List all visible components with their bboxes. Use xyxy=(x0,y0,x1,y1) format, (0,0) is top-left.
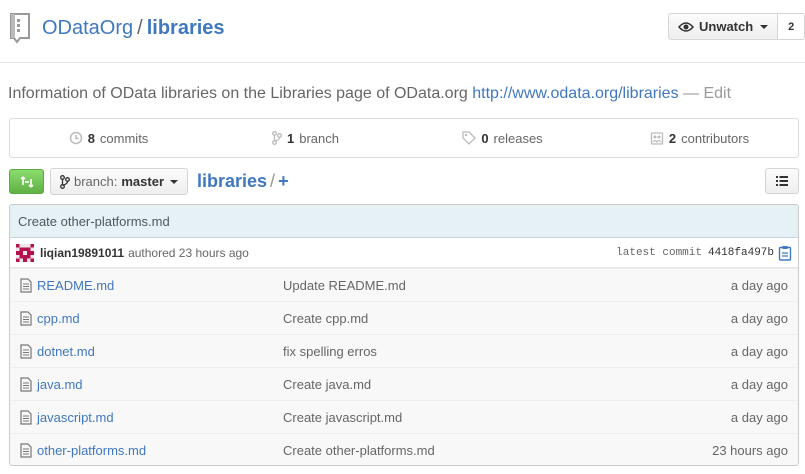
commit-message-text: Create other-platforms.md xyxy=(18,213,170,229)
repo-title-separator: / xyxy=(137,17,143,39)
file-text-icon xyxy=(20,443,32,458)
list-icon xyxy=(776,176,788,186)
file-row[interactable]: cpp.md Create cpp.md a day ago xyxy=(10,301,798,334)
stat-commits-label: commits xyxy=(99,130,149,146)
branch-select-button[interactable]: branch: master xyxy=(50,168,189,195)
organization-icon xyxy=(650,132,664,145)
last-commit-message[interactable]: Create other-platforms.md xyxy=(10,205,798,238)
new-file-button[interactable]: + xyxy=(278,171,289,191)
repo-title: ODataOrg / libraries xyxy=(42,15,225,41)
repo-icon xyxy=(10,13,30,44)
file-commit-message-link[interactable]: Create cpp.md xyxy=(283,311,368,326)
file-name-link[interactable]: cpp.md xyxy=(37,311,80,326)
stat-commits-count: 8 xyxy=(87,130,95,146)
file-commit-message-link[interactable]: fix spelling erros xyxy=(283,344,377,359)
file-row[interactable]: javascript.md Create javascript.md a day… xyxy=(10,400,798,433)
description-text: Information of OData libraries on the Li… xyxy=(8,85,468,102)
file-name-link[interactable]: javascript.md xyxy=(37,410,114,425)
description-dash: — xyxy=(683,85,700,102)
chevron-down-icon xyxy=(760,24,769,29)
file-text-icon xyxy=(20,278,32,293)
tag-icon xyxy=(462,131,477,145)
clipboard-icon[interactable] xyxy=(778,245,792,261)
breadcrumb-repo-link[interactable]: libraries xyxy=(197,171,267,191)
stat-releases-count: 0 xyxy=(481,130,489,146)
stat-contributors[interactable]: 2 contributors xyxy=(601,119,798,157)
file-age: 23 hours ago xyxy=(712,442,788,458)
commit-sha-link[interactable]: 4418fa497b xyxy=(708,247,774,259)
numbers-summary: 8 commits 1 branch 0 releases 2 contribu… xyxy=(9,118,799,158)
stat-commits[interactable]: 8 commits xyxy=(10,119,207,157)
branch-prefix: branch: xyxy=(74,174,118,189)
header-divider xyxy=(0,62,805,63)
file-age: a day ago xyxy=(730,409,788,425)
file-row[interactable]: dotnet.md fix spelling erros a day ago xyxy=(10,334,798,367)
repo-name-link[interactable]: libraries xyxy=(147,17,225,39)
file-row[interactable]: java.md Create java.md a day ago xyxy=(10,367,798,400)
commit-meta: liqian19891011 authored 23 hours ago lat… xyxy=(10,238,798,268)
watch-group: Unwatch 2 xyxy=(668,13,805,40)
file-age: a day ago xyxy=(730,310,788,326)
git-compare-icon xyxy=(19,175,34,188)
file-commit-message-link[interactable]: Create java.md xyxy=(283,377,371,392)
breadcrumb: libraries / + xyxy=(197,170,289,192)
chevron-down-icon xyxy=(170,179,179,184)
unwatch-button[interactable]: Unwatch xyxy=(668,13,779,40)
file-commit-message-link[interactable]: Update README.md xyxy=(283,278,406,293)
file-age: a day ago xyxy=(730,277,788,293)
description-url-link[interactable]: http://www.odata.org/libraries xyxy=(472,85,678,102)
file-name-link[interactable]: README.md xyxy=(37,278,114,293)
file-commit-message-link[interactable]: Create other-platforms.md xyxy=(283,443,435,458)
commit-author-link[interactable]: liqian19891011 xyxy=(40,246,124,260)
file-text-icon xyxy=(20,311,32,326)
stat-releases[interactable]: 0 releases xyxy=(404,119,601,157)
commit-authored-time: authored 23 hours ago xyxy=(128,245,249,260)
stat-branch-label: branch xyxy=(299,130,339,146)
stat-contributors-count: 2 xyxy=(668,130,677,146)
file-text-icon xyxy=(20,377,32,392)
description-edit-link[interactable]: Edit xyxy=(703,85,731,102)
branch-icon xyxy=(272,131,282,145)
stat-releases-label: releases xyxy=(493,130,543,146)
file-age: a day ago xyxy=(730,343,788,359)
unwatch-label: Unwatch xyxy=(699,19,754,34)
file-commit-message-link[interactable]: Create javascript.md xyxy=(283,410,402,425)
file-age: a day ago xyxy=(730,376,788,392)
file-name-link[interactable]: java.md xyxy=(37,377,83,392)
branch-name: master xyxy=(121,174,165,189)
stat-branch[interactable]: 1 branch xyxy=(207,119,404,157)
history-icon xyxy=(69,131,82,145)
latest-commit-label: latest commit xyxy=(616,246,702,259)
list-view-button[interactable] xyxy=(765,168,799,194)
avatar[interactable] xyxy=(16,243,34,262)
file-name-link[interactable]: other-platforms.md xyxy=(37,443,146,458)
file-row[interactable]: README.md Update README.md a day ago xyxy=(10,268,798,301)
repo-description: Information of OData libraries on the Li… xyxy=(8,84,731,104)
stat-branch-count: 1 xyxy=(287,130,295,146)
file-listing: Create other-platforms.md liqian19891011… xyxy=(9,204,799,466)
repo-owner-link[interactable]: ODataOrg xyxy=(42,17,133,39)
stat-contributors-label: contributors xyxy=(681,130,750,146)
breadcrumb-separator: / xyxy=(270,171,276,191)
file-name-link[interactable]: dotnet.md xyxy=(37,344,95,359)
compare-pull-request-button[interactable] xyxy=(9,169,44,194)
file-row[interactable]: other-platforms.md Create other-platform… xyxy=(10,433,798,465)
eye-icon xyxy=(678,21,694,32)
branch-icon xyxy=(60,174,70,189)
file-text-icon xyxy=(20,344,32,359)
watchers-count[interactable]: 2 xyxy=(778,13,805,40)
file-text-icon xyxy=(20,410,32,425)
repo-header: ODataOrg / libraries Unwatch 2 xyxy=(0,0,805,58)
